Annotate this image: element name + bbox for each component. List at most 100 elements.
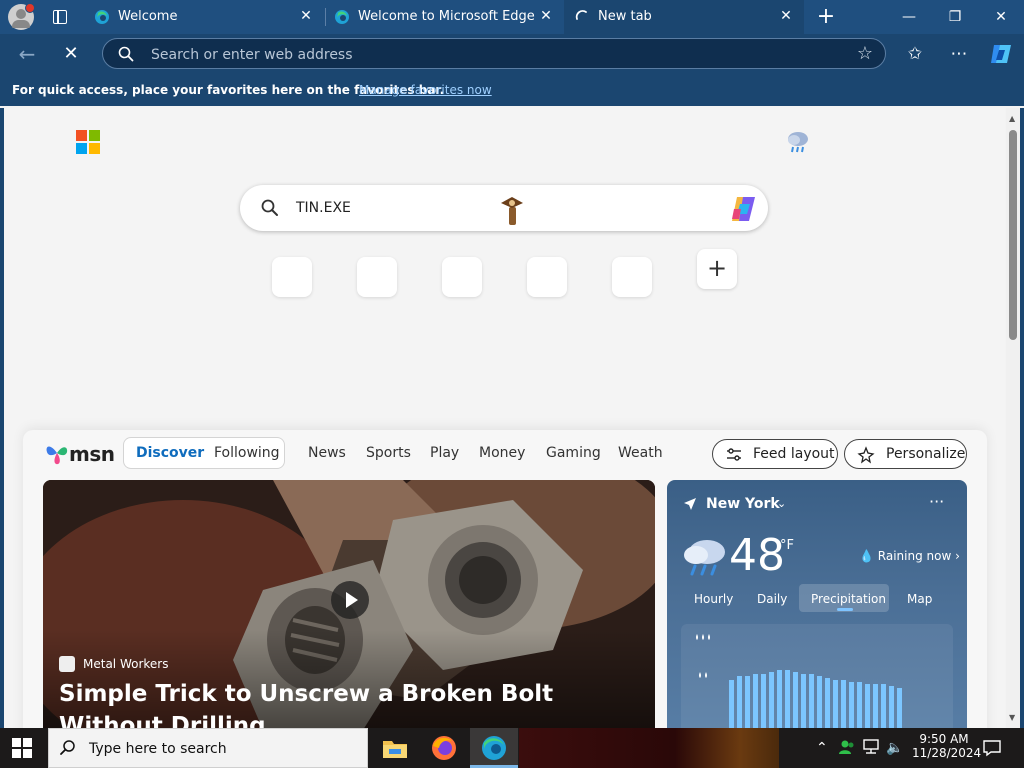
page-scrollbar[interactable]: ▲ ▼ [1006, 108, 1020, 728]
quick-link-tile[interactable] [527, 257, 567, 297]
tab-new-tab[interactable]: New tab ✕ [564, 0, 804, 34]
precipitation-bar [881, 684, 886, 728]
quick-link-tile[interactable] [442, 257, 482, 297]
drop-legend-mid [699, 672, 707, 678]
feed-layout-button[interactable]: Feed layout [712, 439, 838, 469]
favorites-icon[interactable]: ✩ [904, 43, 926, 65]
more-options-icon[interactable]: ··· [929, 492, 944, 511]
close-tab-icon[interactable]: ✕ [778, 8, 794, 24]
precipitation-bar [817, 676, 822, 728]
scroll-down-icon[interactable]: ▼ [1009, 713, 1015, 722]
tab-actions-icon[interactable] [50, 7, 70, 27]
toolbar: ← ✕ ☆ ✩ ⋯ [0, 34, 1024, 74]
personalize-button[interactable]: Personalize [844, 439, 967, 469]
scroll-up-icon[interactable]: ▲ [1009, 114, 1015, 123]
nav-sports[interactable]: Sports [366, 445, 411, 461]
edge-icon[interactable] [480, 734, 508, 762]
msn-feed: msn Discover Following News Sports Play … [23, 430, 987, 728]
precipitation-bar [745, 676, 750, 728]
msn-logo[interactable]: msn [45, 438, 115, 468]
feed-layout-label: Feed layout [753, 446, 835, 462]
tab-underline [837, 608, 853, 611]
tab-welcome[interactable]: Welcome ✕ [84, 0, 324, 34]
maximize-button[interactable]: ❐ [932, 0, 978, 34]
play-video-button[interactable] [331, 581, 369, 619]
hero-article-card[interactable]: Metal Workers Simple Trick to Unscrew a … [43, 480, 655, 728]
tab-title: Welcome [118, 9, 178, 24]
windows-start-icon[interactable] [12, 738, 32, 758]
user-people-icon[interactable] [838, 738, 856, 756]
temperature-unit: °F [780, 538, 794, 553]
precipitation-bar [841, 680, 846, 728]
nav-gaming[interactable]: Gaming [546, 445, 601, 461]
nav-news[interactable]: News [308, 445, 346, 461]
network-icon[interactable] [862, 739, 880, 755]
weather-cloud-icon[interactable] [785, 128, 811, 154]
new-tab-button[interactable]: + [815, 6, 837, 28]
weather-tab-map[interactable]: Map [907, 592, 932, 606]
scrollbar-thumb[interactable] [1009, 130, 1017, 340]
minimize-button[interactable]: — [886, 0, 932, 34]
weather-tab-precipitation[interactable]: Precipitation [811, 592, 886, 606]
precipitation-bar [777, 670, 782, 728]
chevron-down-icon[interactable]: ⌄ [777, 497, 786, 510]
profile-avatar-icon[interactable] [8, 3, 35, 30]
precipitation-bar [737, 676, 742, 728]
taskbar-clock[interactable]: 9:50 AM 11/28/2024 [912, 732, 981, 760]
tab-strip: Welcome ✕ Welcome to Microsoft Edge ✕ Ne… [0, 0, 1024, 34]
notification-center-icon[interactable] [982, 738, 1002, 758]
tab-welcome-edge[interactable]: Welcome to Microsoft Edge ✕ [324, 0, 564, 34]
precipitation-bar [873, 684, 878, 728]
taskbar-search-box[interactable]: Type here to search [48, 728, 368, 768]
volume-icon[interactable]: 🔈 [886, 740, 903, 756]
more-options-icon[interactable]: ⋯ [948, 43, 970, 65]
personalize-label: Personalize [886, 446, 966, 462]
loading-spinner-icon [575, 10, 587, 20]
quick-link-tile[interactable] [612, 257, 652, 297]
precipitation-bar [729, 680, 734, 728]
tab-following[interactable]: Following [214, 445, 280, 461]
precipitation-bar [857, 682, 862, 728]
address-input[interactable] [149, 43, 833, 67]
favorites-bar: For quick access, place your favorites h… [0, 74, 1024, 106]
close-tab-icon[interactable]: ✕ [538, 8, 554, 24]
back-arrow-icon[interactable]: ← [16, 43, 38, 65]
manage-favorites-link[interactable]: Manage favorites now [359, 83, 492, 97]
copilot-icon[interactable] [988, 42, 1014, 66]
file-explorer-icon[interactable] [381, 734, 409, 762]
nav-money[interactable]: Money [479, 445, 525, 461]
add-shortcut-button[interactable]: + [697, 249, 737, 289]
firefox-icon[interactable] [430, 734, 458, 762]
copilot-icon[interactable] [728, 195, 758, 223]
address-bar[interactable]: ☆ [102, 38, 886, 69]
weather-card[interactable]: New York ⌄ ··· 48 °F 💧 Raining now › Hou… [667, 480, 967, 728]
weather-city[interactable]: New York [706, 496, 780, 512]
taskbar-search-placeholder: Type here to search [89, 741, 227, 757]
close-tab-icon[interactable]: ✕ [298, 8, 314, 24]
favorite-star-icon[interactable]: ☆ [857, 43, 873, 64]
precipitation-bar [785, 670, 790, 728]
quick-link-tile[interactable] [357, 257, 397, 297]
weather-tab-daily[interactable]: Daily [757, 592, 787, 606]
tab-title: Welcome to Microsoft Edge [358, 9, 535, 24]
close-window-button[interactable]: ✕ [978, 0, 1024, 34]
precipitation-bar [753, 674, 758, 728]
precipitation-chart-svg [696, 634, 902, 728]
nav-play[interactable]: Play [430, 445, 459, 461]
search-query[interactable]: TIN.EXE [296, 200, 351, 216]
bing-doodle-icon[interactable] [498, 193, 526, 227]
search-icon [261, 199, 278, 216]
weather-tab-hourly[interactable]: Hourly [694, 592, 733, 606]
article-source: Metal Workers [83, 657, 169, 671]
quick-link-tile[interactable] [272, 257, 312, 297]
weather-condition[interactable]: 💧 Raining now › [859, 549, 960, 563]
web-search-box[interactable]: TIN.EXE [240, 185, 768, 231]
article-headline[interactable]: Simple Trick to Unscrew a Broken Bolt Wi… [59, 678, 639, 728]
show-hidden-icons-icon[interactable]: ⌃ [816, 740, 828, 756]
tab-discover[interactable]: Discover [136, 445, 204, 461]
sliders-icon [727, 448, 741, 461]
nav-weather[interactable]: Weathe [618, 445, 663, 461]
precipitation-bar [889, 686, 894, 728]
msn-logo-text: msn [69, 442, 115, 466]
stop-loading-icon[interactable]: ✕ [60, 43, 82, 65]
